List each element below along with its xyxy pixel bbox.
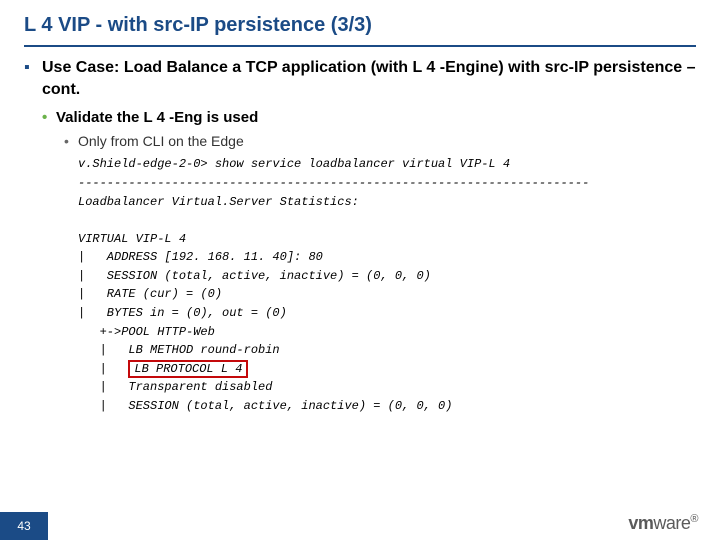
- footer: 43 vmware®: [0, 510, 720, 540]
- cli-line: ----------------------------------------…: [78, 176, 589, 190]
- vendor-logo: vmware®: [628, 513, 698, 534]
- slide: L 4 VIP - with src-IP persistence (3/3) …: [0, 0, 720, 540]
- cli-line: v.Shield-edge-2-0> show service loadbala…: [78, 157, 510, 171]
- cli-line: | RATE (cur) = (0): [78, 287, 222, 301]
- vendor-logo-part1: vm: [628, 513, 653, 533]
- bullet-level3: Only from CLI on the Edge: [64, 132, 696, 151]
- content-area: Use Case: Load Balance a TCP application…: [0, 47, 720, 416]
- cli-line: VIRTUAL VIP-L 4: [78, 232, 186, 246]
- cli-line: | Transparent disabled: [78, 380, 272, 394]
- bullet-level2: Validate the L 4 -Eng is used: [42, 108, 696, 128]
- cli-output: v.Shield-edge-2-0> show service loadbala…: [78, 155, 696, 415]
- page-number: 43: [0, 512, 48, 540]
- bullet-level1: Use Case: Load Balance a TCP application…: [24, 57, 696, 100]
- registered-icon: ®: [690, 513, 698, 525]
- slide-title: L 4 VIP - with src-IP persistence (3/3): [0, 0, 720, 45]
- cli-line: +->POOL HTTP-Web: [78, 325, 215, 339]
- vendor-logo-part2: ware: [653, 513, 690, 533]
- cli-line: | SESSION (total, active, inactive) = (0…: [78, 399, 452, 413]
- cli-highlight: LB PROTOCOL L 4: [128, 360, 248, 378]
- cli-line: | SESSION (total, active, inactive) = (0…: [78, 269, 431, 283]
- cli-line: | BYTES in = (0), out = (0): [78, 306, 287, 320]
- cli-line: | ADDRESS [192. 168. 11. 40]: 80: [78, 250, 323, 264]
- cli-line: Loadbalancer Virtual.Server Statistics:: [78, 195, 359, 209]
- cli-line: | LB METHOD round-robin: [78, 343, 280, 357]
- cli-line-prefix: |: [78, 362, 128, 376]
